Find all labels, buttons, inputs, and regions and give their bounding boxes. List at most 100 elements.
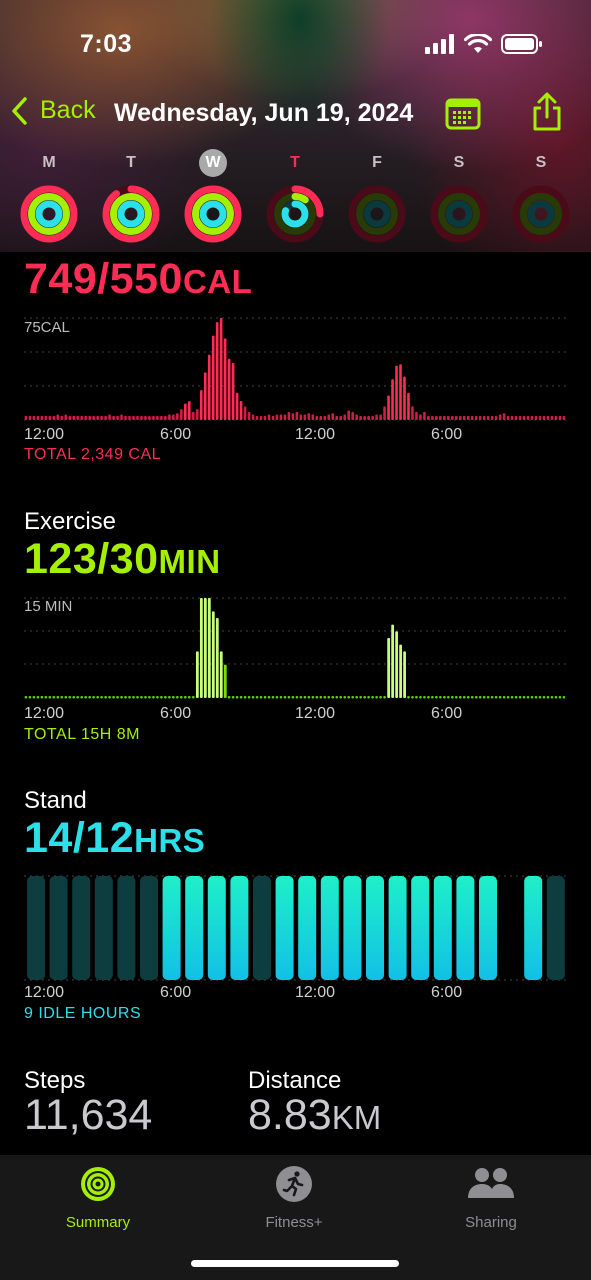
bar (451, 415, 454, 420)
bar (470, 415, 474, 420)
bar (427, 696, 430, 699)
bar (255, 415, 259, 420)
bar (375, 414, 378, 420)
bar (235, 392, 239, 420)
tab-fitness-plus[interactable]: Fitness+ (229, 1165, 359, 1231)
bar (291, 696, 295, 699)
day-5[interactable]: S (428, 148, 490, 244)
bar (207, 598, 211, 698)
bar (28, 696, 32, 699)
status-icons (425, 34, 543, 54)
stand-unit: HRS (134, 822, 206, 859)
bar (331, 696, 335, 699)
bar (546, 696, 550, 699)
bar (542, 696, 546, 699)
calendar-icon[interactable] (445, 98, 481, 130)
bar (136, 415, 139, 420)
people-icon (468, 1168, 514, 1198)
bar (534, 415, 538, 420)
bar (447, 415, 450, 420)
share-icon[interactable] (531, 92, 563, 132)
tab-sharing[interactable]: Sharing (426, 1165, 556, 1231)
day-0[interactable]: M (18, 148, 80, 244)
bar (371, 696, 374, 699)
bar (152, 415, 155, 420)
bar (299, 696, 303, 699)
move-total: TOTAL 2,349 CAL (24, 446, 162, 463)
stand-hour-bar (162, 876, 181, 980)
x-tick-label: 12:00 (295, 705, 336, 722)
bar (247, 696, 251, 699)
day-2[interactable]: W (182, 148, 244, 244)
day-letter-text: M (42, 154, 56, 171)
bar (279, 414, 283, 420)
bar (56, 696, 60, 699)
bar (502, 413, 506, 420)
bar (108, 696, 111, 699)
bar (64, 696, 68, 699)
bar (331, 413, 335, 420)
bar (510, 415, 514, 420)
day-4[interactable]: F (346, 148, 408, 244)
bar (550, 415, 554, 420)
bar (231, 362, 235, 420)
day-1[interactable]: T (100, 148, 162, 244)
bar (239, 400, 243, 420)
stand-title: Stand (24, 787, 87, 814)
bar (355, 414, 358, 420)
bar (251, 414, 255, 420)
stand-hour-bar (49, 876, 68, 980)
stand-value: 14/12HRS (24, 814, 205, 863)
day-letter-text: S (535, 154, 547, 171)
tab-summary[interactable]: Summary (33, 1165, 163, 1231)
bar (323, 696, 327, 699)
bar (60, 415, 64, 420)
bar (172, 696, 175, 699)
bar (168, 696, 171, 699)
day-letter: S (510, 148, 572, 178)
day-3[interactable]: T (264, 148, 326, 244)
bar (152, 696, 155, 699)
bar (191, 696, 195, 699)
bar (502, 696, 506, 699)
bar (478, 415, 482, 420)
distance-unit: KM (331, 1099, 382, 1136)
bar (407, 696, 410, 699)
bar (164, 415, 167, 420)
stand-hour-bar (388, 876, 407, 980)
bar (80, 415, 83, 420)
bar (124, 696, 127, 699)
bar (482, 696, 486, 699)
bar (355, 696, 358, 699)
stand-hour-bar (140, 876, 158, 980)
bar (554, 696, 558, 699)
stand-hour-bar (207, 876, 226, 980)
move-unit: CAL (182, 263, 253, 300)
bar (439, 696, 442, 699)
week-strip: MTWTFSS (0, 148, 591, 248)
bar (32, 415, 36, 420)
bar (243, 696, 247, 699)
stand-hour-bar (185, 876, 204, 980)
bar (40, 696, 44, 699)
bar (391, 624, 395, 698)
bar (172, 414, 175, 420)
bar (100, 415, 103, 420)
bar (311, 696, 315, 699)
bar (347, 696, 350, 699)
bar (415, 696, 418, 699)
steps-value: 11,634 (24, 1091, 153, 1139)
bar (36, 696, 40, 699)
home-indicator (191, 1260, 399, 1267)
back-button[interactable]: Back (12, 96, 96, 125)
header: 7:03 Back Wednesday, Jun 19, 2024 M T W … (0, 0, 591, 252)
bar (283, 414, 287, 420)
bar (474, 696, 478, 699)
bar (92, 696, 95, 699)
status-bar: 7:03 (0, 0, 591, 90)
day-6[interactable]: S (510, 148, 572, 244)
nav-title: Wednesday, Jun 19, 2024 (114, 99, 414, 127)
exercise-title: Exercise (24, 508, 117, 535)
day-letter-text: T (126, 154, 136, 171)
bar (160, 696, 163, 699)
